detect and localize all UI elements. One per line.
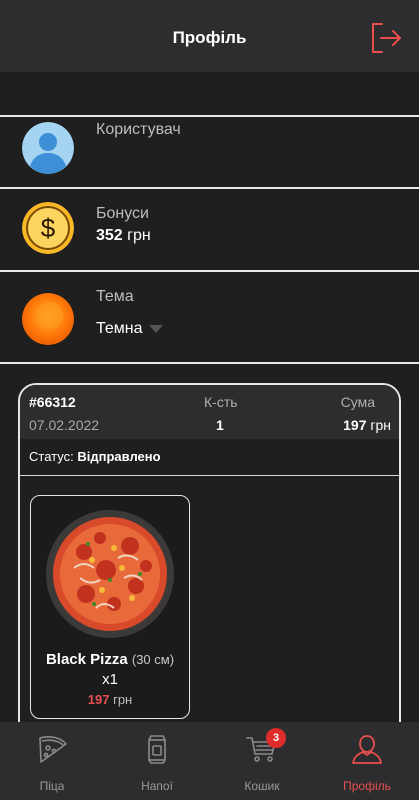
theme-icon bbox=[22, 293, 74, 345]
pizza-icon bbox=[35, 732, 69, 766]
divider bbox=[0, 115, 419, 117]
order-header: #66312 07.02.2022 К-сть 1 Сума 197 грн bbox=[20, 385, 399, 439]
bonus-value: 352 грн bbox=[96, 227, 151, 244]
avatar[interactable] bbox=[22, 122, 74, 174]
order-card[interactable]: #66312 07.02.2022 К-сть 1 Сума 197 грн С… bbox=[18, 383, 401, 743]
nav-item-pizza[interactable]: Піца bbox=[0, 722, 104, 800]
product-qty: x1 bbox=[102, 671, 118, 688]
sum-header: Сума bbox=[340, 394, 375, 410]
bottom-nav: Піца Напої 3 Кошик Профіль bbox=[0, 722, 419, 800]
product-card[interactable]: Black Pizza (30 см) x1 197 грн bbox=[30, 495, 190, 719]
page-title: Профіль bbox=[172, 28, 247, 47]
bonus-label: Бонуси bbox=[96, 205, 149, 222]
order-number: #66312 bbox=[29, 394, 76, 410]
order-date: 07.02.2022 bbox=[29, 417, 100, 433]
logout-icon[interactable] bbox=[368, 20, 404, 56]
divider bbox=[0, 270, 419, 272]
nav-label: Піца bbox=[39, 779, 65, 793]
sum-value: 197 грн bbox=[343, 417, 391, 433]
qty-value: 1 bbox=[216, 417, 224, 433]
user-icon bbox=[350, 732, 384, 766]
theme-label: Тема bbox=[96, 288, 134, 305]
svg-text:$: $ bbox=[41, 213, 56, 243]
qty-header: К-сть bbox=[204, 394, 238, 410]
nav-item-drinks[interactable]: Напої bbox=[105, 722, 209, 800]
nav-item-cart[interactable]: 3 Кошик bbox=[210, 722, 314, 800]
theme-value: Темна bbox=[96, 320, 143, 337]
divider bbox=[0, 362, 419, 364]
nav-label: Кошик bbox=[244, 779, 280, 793]
order-status: Статус: Відправлено bbox=[29, 449, 161, 464]
nav-label: Напої bbox=[141, 779, 173, 793]
divider bbox=[20, 475, 399, 476]
chevron-down-icon bbox=[148, 325, 163, 333]
coin-icon: $ bbox=[22, 202, 74, 254]
nav-item-profile[interactable]: Профіль bbox=[315, 722, 419, 800]
divider bbox=[0, 187, 419, 189]
cart-badge: 3 bbox=[266, 728, 286, 748]
nav-label: Профіль bbox=[343, 779, 391, 793]
pizza-image bbox=[44, 508, 176, 640]
top-bar: Профіль bbox=[0, 0, 419, 72]
drink-can-icon bbox=[140, 732, 174, 766]
product-price: 197 грн bbox=[87, 692, 133, 707]
product-name: Black Pizza (30 см) bbox=[45, 651, 175, 668]
theme-select[interactable]: Темна bbox=[96, 320, 163, 338]
user-name: Користувач bbox=[96, 121, 181, 138]
